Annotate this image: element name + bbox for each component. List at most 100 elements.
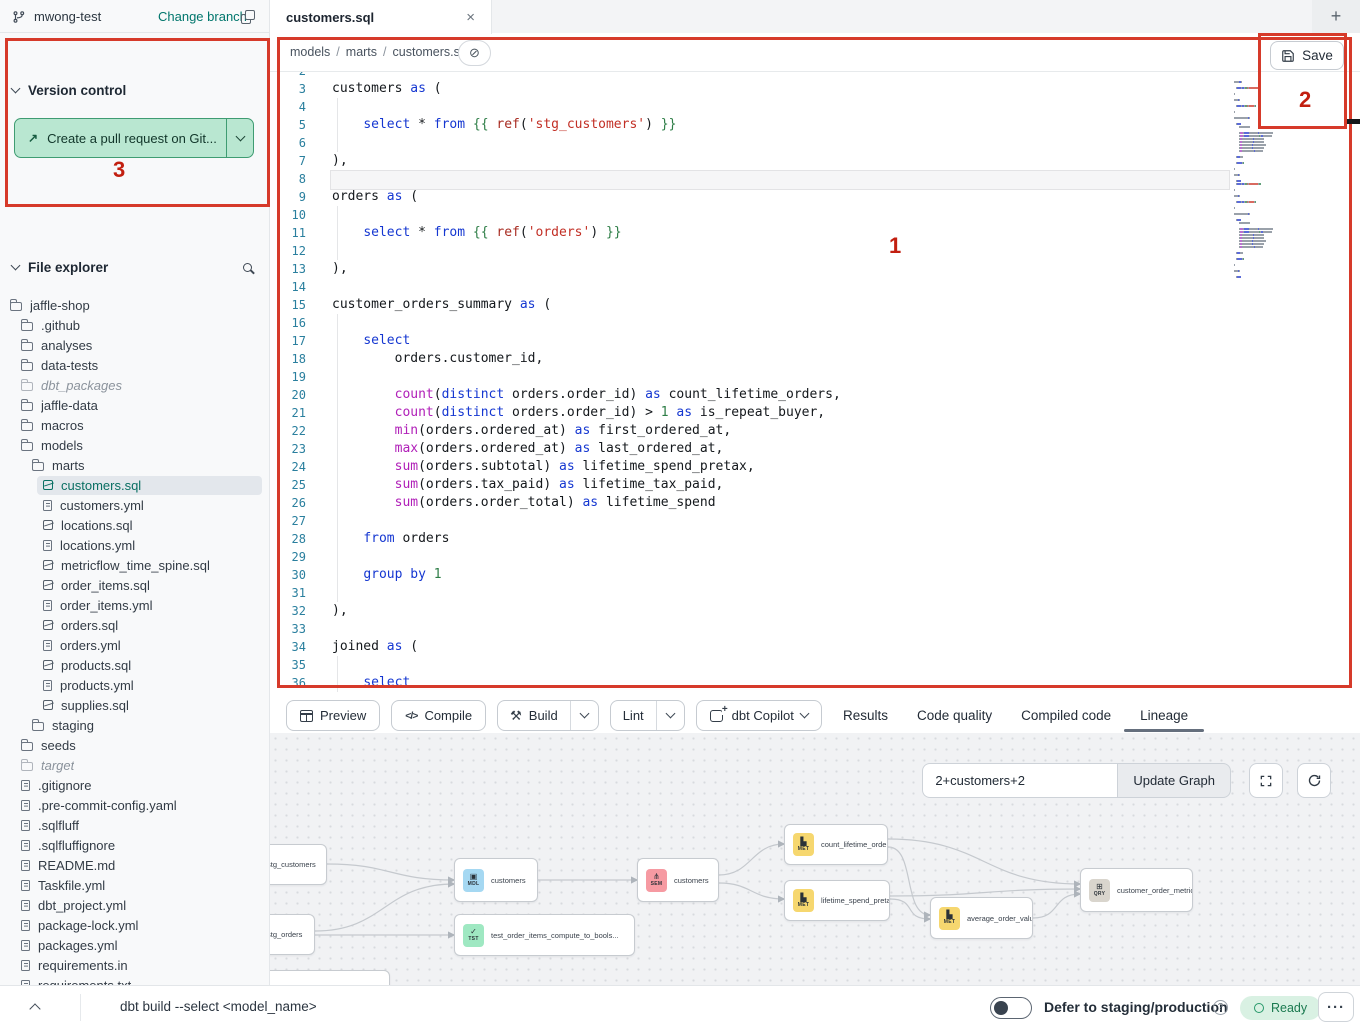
- lineage-node-metric-average-order-value[interactable]: ▙METaverage_order_value: [930, 897, 1033, 939]
- file-explorer-header[interactable]: File explorer: [12, 260, 258, 275]
- line-number: 9: [270, 188, 306, 206]
- file-tree-item-products.sql[interactable]: products.sql: [0, 655, 270, 675]
- code-line-12: 12: [270, 242, 1360, 260]
- copy-icon[interactable]: [241, 10, 254, 23]
- lineage-node-semantic-customers[interactable]: ⋔SEMcustomers: [637, 858, 719, 902]
- file-label: package-lock.yml: [38, 918, 138, 933]
- code-line-21: 21 count(distinct orders.order_id) > 1 a…: [270, 404, 1360, 422]
- ready-status-badge[interactable]: Ready: [1240, 996, 1321, 1020]
- build-button[interactable]: ⚒ Build: [498, 701, 571, 730]
- line-number: 7: [270, 152, 306, 170]
- doc-icon: [43, 540, 52, 551]
- file-label: requirements.in: [38, 958, 128, 973]
- breadcrumb-models[interactable]: models: [290, 45, 330, 59]
- folder-icon: [21, 322, 33, 331]
- lint-dropdown[interactable]: [657, 701, 684, 730]
- file-tree-item-README.md[interactable]: README.md: [0, 855, 270, 875]
- file-tree-item-macros[interactable]: macros: [0, 415, 270, 435]
- file-tree-item-staging[interactable]: staging: [0, 715, 270, 735]
- pr-button-dropdown[interactable]: [226, 119, 253, 157]
- defer-toggle[interactable]: [990, 997, 1032, 1019]
- file-tree-item-dbt_packages[interactable]: dbt_packages: [0, 375, 270, 395]
- version-control-header[interactable]: Version control: [12, 83, 126, 98]
- dbt-copilot-button[interactable]: dbt Copilot: [696, 700, 822, 731]
- lineage-node-stg-orders[interactable]: ▣MDLstg_orders: [270, 914, 315, 955]
- file-tree-item-locations.yml[interactable]: locations.yml: [0, 535, 270, 555]
- file-tree-item-products.yml[interactable]: products.yml: [0, 675, 270, 695]
- file-tree-item-models[interactable]: models: [0, 435, 270, 455]
- code-line-20: 20 count(distinct orders.order_id) as co…: [270, 386, 1360, 404]
- file-tree-item-data-tests[interactable]: data-tests: [0, 355, 270, 375]
- lineage-node-model-customers[interactable]: ▣MDLcustomers: [454, 858, 538, 902]
- command-input[interactable]: dbt build --select <model_name>: [120, 999, 317, 1014]
- file-tree-item-customers.yml[interactable]: customers.yml: [0, 495, 270, 515]
- file-tree-item-order_items.yml[interactable]: order_items.yml: [0, 595, 270, 615]
- file-tree-item-seeds[interactable]: seeds: [0, 735, 270, 755]
- lineage-node-stg-customers[interactable]: ▣MDLstg_customers: [270, 844, 327, 885]
- tab-compiled-code[interactable]: Compiled code: [1021, 708, 1111, 723]
- file-tree-item-orders.yml[interactable]: orders.yml: [0, 635, 270, 655]
- file-tree-item-.gitignore[interactable]: .gitignore: [0, 775, 270, 795]
- file-tree-item-analyses[interactable]: analyses: [0, 335, 270, 355]
- file-tree-item-customers.sql[interactable]: customers.sql: [0, 475, 270, 495]
- file-label: target: [41, 758, 74, 773]
- file-tree-item-jaffle-data[interactable]: jaffle-data: [0, 395, 270, 415]
- file-tree-item-package-lock.yml[interactable]: package-lock.yml: [0, 915, 270, 935]
- build-dropdown[interactable]: [571, 701, 598, 730]
- lineage-node-query-customer-order-metrics[interactable]: ⊞QRYcustomer_order_metrics: [1080, 868, 1193, 912]
- code-line-35: 35: [270, 656, 1360, 674]
- lineage-node-metric-count-lifetime-orders[interactable]: ▙METcount_lifetime_orders: [784, 824, 888, 865]
- file-tree-item-packages.yml[interactable]: packages.yml: [0, 935, 270, 955]
- preview-button[interactable]: Preview: [286, 700, 380, 731]
- file-tree-item-.pre-commit-config.yaml[interactable]: .pre-commit-config.yaml: [0, 795, 270, 815]
- line-number: 36: [270, 674, 306, 692]
- copilot-pill-button[interactable]: ⊘: [458, 40, 491, 66]
- lineage-node-test-order-items[interactable]: ✓TSTtest_order_items_compute_to_bools...: [454, 914, 635, 956]
- file-tree-item-.github[interactable]: .github: [0, 315, 270, 335]
- file-tree-item-target[interactable]: target: [0, 755, 270, 775]
- compile-button[interactable]: </> Compile: [391, 700, 486, 731]
- file-tree-item-jaffle-shop[interactable]: jaffle-shop: [0, 295, 270, 315]
- update-graph-button[interactable]: Update Graph: [1117, 763, 1231, 798]
- fullscreen-button[interactable]: [1249, 763, 1283, 798]
- tab-lineage[interactable]: Lineage: [1140, 708, 1188, 723]
- code-line-22: 22 min(orders.ordered_at) as first_order…: [270, 422, 1360, 440]
- lineage-node-metric-lifetime-spend-pretax[interactable]: ▙METlifetime_spend_pretax: [784, 880, 890, 921]
- file-tree-item-order_items.sql[interactable]: order_items.sql: [0, 575, 270, 595]
- more-options-button[interactable]: ···: [1318, 992, 1354, 1022]
- code-line-27: 27: [270, 512, 1360, 530]
- file-tree-item-locations.sql[interactable]: locations.sql: [0, 515, 270, 535]
- close-icon[interactable]: ×: [466, 10, 475, 25]
- file-tree-item-dbt_project.yml[interactable]: dbt_project.yml: [0, 895, 270, 915]
- tab-code-quality[interactable]: Code quality: [917, 708, 992, 723]
- file-tree-item-supplies.sql[interactable]: supplies.sql: [0, 695, 270, 715]
- line-number: 28: [270, 530, 306, 548]
- file-tree-item-marts[interactable]: marts: [0, 455, 270, 475]
- save-button[interactable]: Save: [1270, 41, 1344, 70]
- help-icon[interactable]: ?: [1213, 1000, 1228, 1015]
- code-line-10: 10: [270, 206, 1360, 224]
- line-number: 25: [270, 476, 306, 494]
- lineage-node-partial-bottom[interactable]: [270, 970, 390, 985]
- file-tree-item-Taskfile.yml[interactable]: Taskfile.yml: [0, 875, 270, 895]
- lint-button[interactable]: Lint: [611, 701, 657, 730]
- node-label: customers: [491, 876, 526, 885]
- create-pull-request-button[interactable]: ↗ Create a pull request on Git...: [14, 118, 254, 158]
- new-tab-button[interactable]: +: [1312, 0, 1360, 33]
- file-tree-item-metricflow_time_spine.sql[interactable]: metricflow_time_spine.sql: [0, 555, 270, 575]
- tab-customers-sql[interactable]: customers.sql ×: [270, 0, 492, 34]
- create-pull-request-main[interactable]: ↗ Create a pull request on Git...: [15, 119, 226, 157]
- expand-command-bar-button[interactable]: [22, 994, 48, 1020]
- change-branch-link[interactable]: Change branch: [158, 9, 247, 24]
- search-icon[interactable]: [243, 263, 252, 272]
- line-number: 12: [270, 242, 306, 260]
- code-editor[interactable]: 23customers as (45 select * from {{ ref(…: [270, 72, 1360, 697]
- file-tree-item-.sqlfluffignore[interactable]: .sqlfluffignore: [0, 835, 270, 855]
- file-tree-item-orders.sql[interactable]: orders.sql: [0, 615, 270, 635]
- lineage-filter-input[interactable]: [922, 763, 1117, 798]
- file-tree-item-.sqlfluff[interactable]: .sqlfluff: [0, 815, 270, 835]
- breadcrumb-marts[interactable]: marts: [346, 45, 377, 59]
- refresh-button[interactable]: [1297, 763, 1331, 798]
- file-tree-item-requirements.in[interactable]: requirements.in: [0, 955, 270, 975]
- tab-results[interactable]: Results: [843, 708, 888, 723]
